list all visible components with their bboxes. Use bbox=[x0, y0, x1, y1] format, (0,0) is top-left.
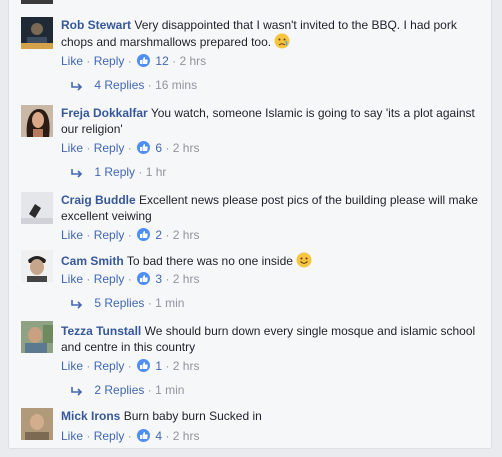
replies-toggle[interactable]: 5 Replies · 1 min bbox=[61, 295, 184, 311]
comment-text: To bad there was no one inside bbox=[126, 254, 293, 268]
timestamp[interactable]: 2 hrs bbox=[173, 141, 200, 155]
smile-emoji bbox=[296, 252, 312, 268]
like-button[interactable]: Like bbox=[61, 272, 83, 286]
comment-actions: Like · Reply · 4 · 2 hrs bbox=[61, 429, 200, 443]
comment-actions: Like · Reply · 2 · 2 hrs bbox=[61, 228, 200, 242]
comments-panel: Rob Stewart Very disappointed that I was… bbox=[8, 0, 492, 449]
like-count[interactable]: 4 bbox=[155, 429, 162, 443]
reply-button[interactable]: Reply bbox=[94, 54, 125, 68]
comment-body: Freja Dokkalfar You watch, someone Islam… bbox=[61, 105, 483, 137]
avatar[interactable] bbox=[21, 408, 53, 440]
reply-arrow-icon bbox=[71, 300, 83, 309]
timestamp[interactable]: 2 hrs bbox=[173, 429, 200, 443]
like-count[interactable]: 2 bbox=[155, 228, 162, 242]
comment-body: Tezza Tunstall We should burn down every… bbox=[61, 323, 483, 355]
thumbs-up-icon bbox=[137, 228, 151, 241]
replies-count[interactable]: 5 Replies bbox=[94, 296, 144, 310]
replies-time: 1 min bbox=[155, 296, 185, 310]
comment-body: Mick Irons Burn baby burn Sucked in bbox=[61, 408, 483, 424]
thumbs-up-icon bbox=[137, 272, 151, 285]
like-count[interactable]: 12 bbox=[155, 54, 168, 68]
reply-button[interactable]: Reply bbox=[94, 141, 125, 155]
reply-arrow-icon bbox=[71, 82, 83, 91]
replies-time: 1 hr bbox=[145, 165, 167, 179]
thumbs-up-icon bbox=[137, 141, 151, 154]
thumbs-up-icon bbox=[137, 429, 151, 442]
reply-button[interactable]: Reply bbox=[94, 429, 125, 443]
like-button[interactable]: Like bbox=[61, 141, 83, 155]
previous-avatar-edge bbox=[21, 0, 53, 4]
avatar[interactable] bbox=[21, 17, 53, 49]
avatar[interactable] bbox=[21, 192, 53, 224]
reply-button[interactable]: Reply bbox=[94, 272, 125, 286]
comment-text: Burn baby burn Sucked in bbox=[123, 409, 262, 423]
commenter-name[interactable]: Freja Dokkalfar bbox=[61, 106, 148, 120]
replies-toggle[interactable]: 2 Replies · 1 min bbox=[61, 382, 184, 398]
thumbs-up-icon bbox=[137, 54, 151, 67]
replies-time: 16 mins bbox=[155, 78, 198, 92]
avatar[interactable] bbox=[21, 321, 53, 353]
sad-face-emoji bbox=[274, 33, 290, 49]
replies-count[interactable]: 1 Reply bbox=[94, 165, 135, 179]
reply-button[interactable]: Reply bbox=[94, 359, 125, 373]
timestamp[interactable]: 2 hrs bbox=[179, 54, 206, 68]
reply-arrow-icon bbox=[71, 169, 83, 178]
like-count[interactable]: 3 bbox=[155, 272, 162, 286]
like-count[interactable]: 6 bbox=[155, 141, 162, 155]
commenter-name[interactable]: Tezza Tunstall bbox=[61, 324, 141, 338]
like-button[interactable]: Like bbox=[61, 54, 83, 68]
like-button[interactable]: Like bbox=[61, 359, 83, 373]
timestamp[interactable]: 2 hrs bbox=[173, 359, 200, 373]
replies-toggle[interactable]: 1 Reply · 1 hr bbox=[61, 164, 166, 180]
replies-time: 1 min bbox=[155, 383, 185, 397]
comment-actions: Like · Reply · 1 · 2 hrs bbox=[61, 359, 200, 373]
reply-button[interactable]: Reply bbox=[94, 228, 125, 242]
like-count[interactable]: 1 bbox=[155, 359, 162, 373]
timestamp[interactable]: 2 hrs bbox=[173, 228, 200, 242]
comment-body: Cam Smith To bad there was no one inside bbox=[61, 252, 483, 269]
commenter-name[interactable]: Rob Stewart bbox=[61, 18, 131, 32]
avatar[interactable] bbox=[21, 250, 53, 282]
like-button[interactable]: Like bbox=[61, 429, 83, 443]
replies-count[interactable]: 2 Replies bbox=[94, 383, 144, 397]
commenter-name[interactable]: Craig Buddle bbox=[61, 193, 136, 207]
like-button[interactable]: Like bbox=[61, 228, 83, 242]
comment-body: Rob Stewart Very disappointed that I was… bbox=[61, 17, 483, 50]
thumbs-up-icon bbox=[137, 359, 151, 372]
comment-body: Craig Buddle Excellent news please post … bbox=[61, 192, 483, 224]
timestamp[interactable]: 2 hrs bbox=[173, 272, 200, 286]
avatar[interactable] bbox=[21, 105, 53, 137]
comment-actions: Like · Reply · 3 · 2 hrs bbox=[61, 272, 200, 286]
commenter-name[interactable]: Mick Irons bbox=[61, 409, 120, 423]
replies-toggle[interactable]: 4 Replies · 16 mins bbox=[61, 77, 197, 93]
comment-actions: Like · Reply · 6 · 2 hrs bbox=[61, 141, 200, 155]
comment-actions: Like · Reply · 12 · 2 hrs bbox=[61, 54, 207, 68]
commenter-name[interactable]: Cam Smith bbox=[61, 254, 124, 268]
replies-count[interactable]: 4 Replies bbox=[94, 78, 144, 92]
reply-arrow-icon bbox=[71, 387, 83, 396]
